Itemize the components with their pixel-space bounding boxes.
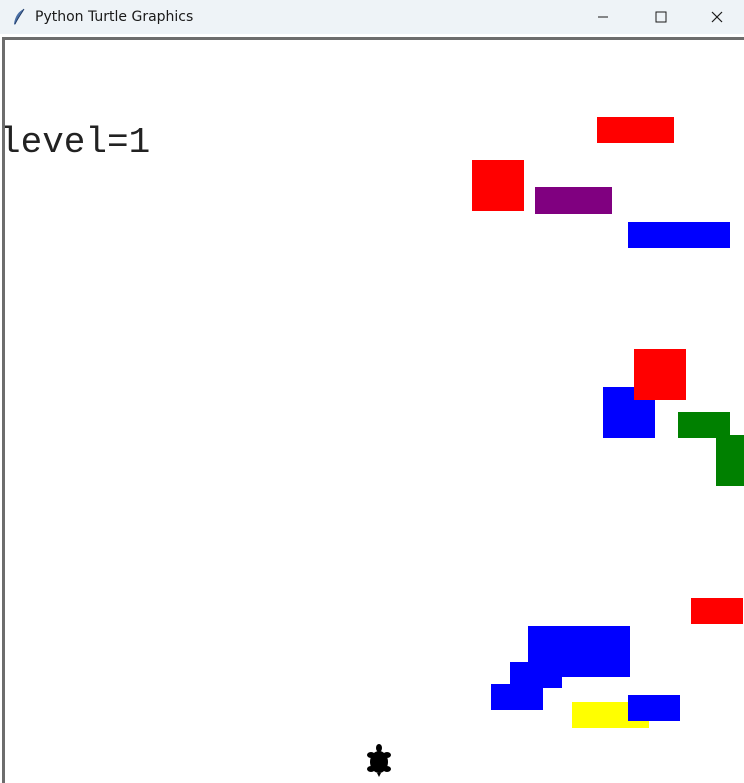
feather-icon <box>12 8 26 26</box>
level-indicator: level=1 <box>5 122 151 163</box>
obstacle-purple <box>535 187 612 214</box>
close-button[interactable] <box>690 0 744 34</box>
obstacle-red <box>691 598 743 624</box>
maximize-icon <box>655 8 667 27</box>
obstacle-blue <box>628 222 730 248</box>
close-icon <box>711 8 723 27</box>
maximize-button[interactable] <box>632 0 690 34</box>
turtle-window: Python Turtle Graphics level=1 <box>0 0 744 783</box>
title-bar[interactable]: Python Turtle Graphics <box>0 0 744 34</box>
minimize-icon <box>597 8 609 27</box>
turtle-icon <box>365 743 393 777</box>
turtle-canvas-frame: level=1 <box>2 37 744 783</box>
obstacle-red <box>472 160 524 211</box>
minimize-button[interactable] <box>574 0 632 34</box>
obstacle-blue <box>628 695 680 721</box>
obstacle-green <box>716 435 744 486</box>
obstacle-red <box>634 349 686 400</box>
turtle-canvas[interactable]: level=1 <box>5 40 744 783</box>
window-title: Python Turtle Graphics <box>35 9 194 25</box>
obstacle-red <box>597 117 674 143</box>
obstacle-blue <box>491 684 543 710</box>
